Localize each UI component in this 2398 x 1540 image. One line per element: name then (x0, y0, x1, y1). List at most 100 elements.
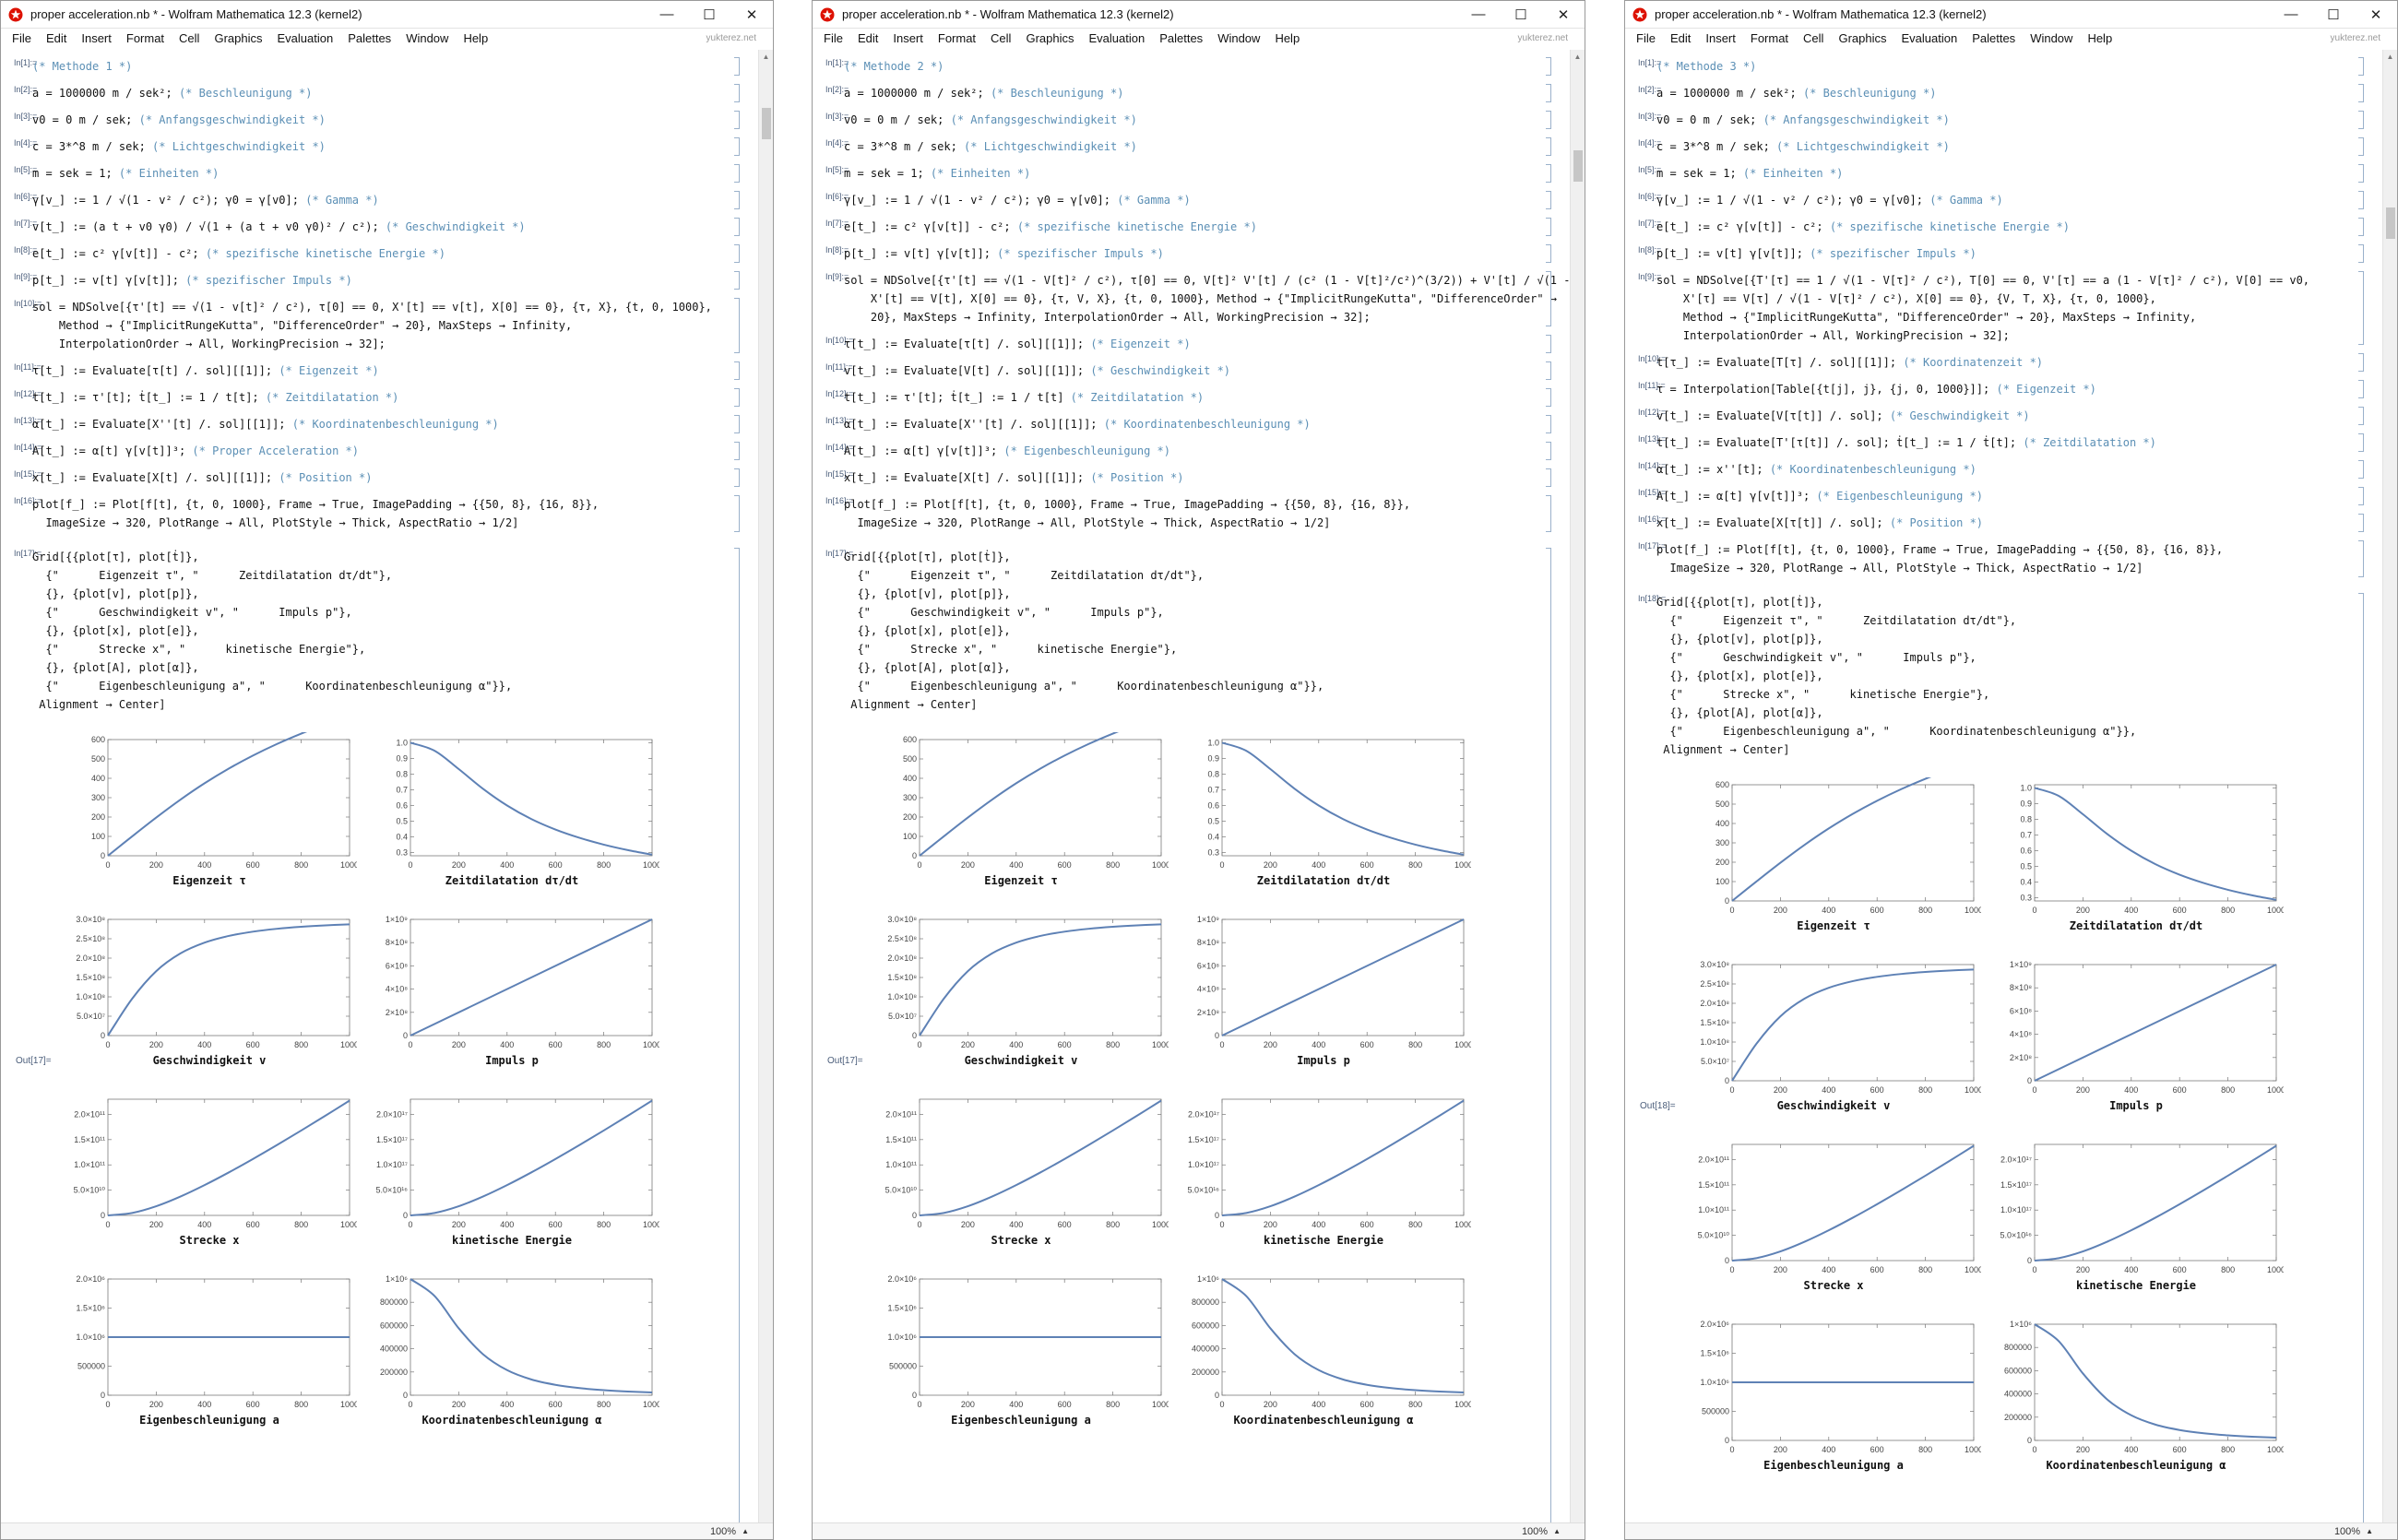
cell-code[interactable]: plot[f_] := Plot[f[t], {t, 0, 1000}, Fra… (1656, 540, 2223, 577)
cell-code[interactable]: α[t_] := Evaluate[X''[t] /. sol][[1]]; (… (844, 415, 1311, 433)
cell-bracket[interactable] (2358, 164, 2364, 183)
cell-code[interactable]: c = 3*^8 m / sek; (* Lichtgeschwindigkei… (1656, 137, 1950, 156)
chevron-up-icon[interactable]: ▲ (1553, 1527, 1561, 1535)
vertical-scrollbar[interactable]: ▲ (758, 50, 773, 1522)
cell-bracket[interactable] (2358, 407, 2364, 425)
menu-item-format[interactable]: Format (931, 29, 983, 49)
minimize-button[interactable]: — (1457, 1, 1500, 29)
cell-bracket[interactable] (1546, 548, 1551, 1522)
grid-input-cell[interactable]: In[17]:= Grid[{{plot[τ], plot[ṫ]}, {" Eig… (1, 548, 758, 714)
cell-bracket[interactable] (2358, 433, 2364, 452)
cell-code[interactable]: α[t_] := x''[t]; (* Koordinatenbeschleun… (1656, 460, 1977, 479)
scroll-up-arrow[interactable]: ▲ (2383, 50, 2397, 65)
cell-code[interactable]: x[t_] := Evaluate[X[τ[t]] /. sol]; (* Po… (1656, 514, 1983, 532)
cell-bracket[interactable] (1546, 137, 1551, 156)
cell-bracket[interactable] (734, 468, 740, 487)
input-cell[interactable]: In[11]:= τ[t_] := Evaluate[τ[t] /. sol][[… (1, 361, 758, 380)
cell-bracket[interactable] (1546, 415, 1551, 433)
input-cell[interactable]: In[2]:= a = 1000000 m / sek²; (* Beschleu… (813, 84, 1570, 102)
cell-bracket[interactable] (2358, 353, 2364, 372)
input-cell[interactable]: In[16]:= x[t_] := Evaluate[X[τ[t]] /. sol… (1625, 514, 2382, 532)
input-cell[interactable]: In[3]:= v0 = 0 m / sek; (* Anfangsgeschwi… (1625, 111, 2382, 129)
cell-code[interactable]: A[t_] := α[t] γ[v[t]]³; (* Proper Accele… (32, 442, 359, 460)
menu-item-palettes[interactable]: Palettes (1965, 29, 2023, 49)
scroll-up-arrow[interactable]: ▲ (759, 50, 773, 65)
cell-bracket[interactable] (2358, 84, 2364, 102)
cell-bracket[interactable] (2358, 540, 2364, 577)
cell-bracket[interactable] (1546, 111, 1551, 129)
cell-bracket[interactable] (734, 191, 740, 209)
input-cell[interactable]: In[14]:= A[t_] := α[t] γ[v[t]]³; (* Prope… (1, 442, 758, 460)
input-cell[interactable]: In[10]:= t[τ_] := Evaluate[T[τ] /. sol][[… (1625, 353, 2382, 372)
input-cell[interactable]: In[11]:= v[t_] := Evaluate[V[t] /. sol][[… (813, 361, 1570, 380)
minimize-button[interactable]: — (2270, 1, 2312, 29)
zoom-level[interactable]: 100% (2334, 1526, 2360, 1537)
cell-code[interactable]: a = 1000000 m / sek²; (* Beschleunigung … (844, 84, 1123, 102)
input-cell[interactable]: In[6]:= γ[v_] := 1 / √(1 - v² / c²); γ0 =… (1625, 191, 2382, 209)
menu-item-insert[interactable]: Insert (1698, 29, 1743, 49)
input-cell[interactable]: In[10]:= τ[t_] := Evaluate[τ[t] /. sol][[… (813, 335, 1570, 353)
cell-bracket[interactable] (1546, 218, 1551, 236)
cell-bracket[interactable] (734, 388, 740, 407)
menu-item-evaluation[interactable]: Evaluation (1893, 29, 1965, 49)
cell-bracket[interactable] (1546, 361, 1551, 380)
cell-bracket[interactable] (2358, 460, 2364, 479)
cell-bracket[interactable] (1546, 442, 1551, 460)
cell-code[interactable]: e[t_] := c² γ[v[t]] - c²; (* spezifische… (1656, 218, 2070, 236)
menu-item-insert[interactable]: Insert (885, 29, 931, 49)
input-cell[interactable]: In[2]:= a = 1000000 m / sek²; (* Beschleu… (1625, 84, 2382, 102)
cell-bracket[interactable] (734, 415, 740, 433)
cell-code[interactable]: Grid[{{plot[τ], plot[ṫ]}, {" Eigenzeit τ… (844, 548, 1324, 714)
input-cell[interactable]: In[8]:= p[t_] := v[t] γ[v[t]]; (* spezifi… (813, 244, 1570, 263)
cell-bracket[interactable] (734, 84, 740, 102)
cell-bracket[interactable] (734, 164, 740, 183)
maximize-button[interactable]: ☐ (1500, 1, 1542, 29)
cell-bracket[interactable] (734, 137, 740, 156)
input-cell[interactable]: In[15]:= x[t_] := Evaluate[X[t] /. sol][[… (813, 468, 1570, 487)
cell-code[interactable]: x[t_] := Evaluate[X[t] /. sol][[1]]; (* … (32, 468, 372, 487)
scroll-thumb[interactable] (1573, 150, 1583, 182)
menu-item-cell[interactable]: Cell (983, 29, 1018, 49)
cell-code[interactable]: a = 1000000 m / sek²; (* Beschleunigung … (1656, 84, 1936, 102)
cell-code[interactable]: v[t_] := (a t + v0 γ0) / √(1 + (a t + v0… (32, 218, 526, 236)
cell-bracket[interactable] (1546, 388, 1551, 407)
menu-item-format[interactable]: Format (1743, 29, 1796, 49)
input-cell[interactable]: In[15]:= A[t_] := α[t] γ[v[t]]³; (* Eigen… (1625, 487, 2382, 505)
input-cell[interactable]: In[14]:= A[t_] := α[t] γ[v[t]]³; (* Eigen… (813, 442, 1570, 460)
cell-code[interactable]: t[t_] := τ'[t]; ṫ[t_] := 1 / t[t] (* Zei… (844, 388, 1204, 407)
scroll-thumb[interactable] (762, 107, 771, 139)
cell-code[interactable]: x[t_] := Evaluate[X[t] /. sol][[1]]; (* … (844, 468, 1183, 487)
menu-item-graphics[interactable]: Graphics (1831, 29, 1893, 49)
input-cell[interactable]: In[3]:= v0 = 0 m / sek; (* Anfangsgeschwi… (1, 111, 758, 129)
menu-item-help[interactable]: Help (1267, 29, 1307, 49)
input-cell[interactable]: In[16]:= plot[f_] := Plot[f[t], {t, 0, 10… (1, 495, 758, 532)
input-cell[interactable]: In[9]:= p[t_] := v[t] γ[v[t]]; (* spezifi… (1, 271, 758, 290)
input-cell[interactable]: In[16]:= plot[f_] := Plot[f[t], {t, 0, 10… (813, 495, 1570, 532)
cell-bracket[interactable] (2358, 57, 2364, 76)
input-cell[interactable]: In[13]:= t[t_] := Evaluate[T'[τ[t]] /. so… (1625, 433, 2382, 452)
cell-code[interactable]: A[t_] := α[t] γ[v[t]]³; (* Eigenbeschleu… (1656, 487, 1983, 505)
cell-code[interactable]: sol = NDSolve[{τ'[t] == √(1 - v[t]² / c²… (32, 298, 712, 353)
menu-item-graphics[interactable]: Graphics (1018, 29, 1081, 49)
cell-bracket[interactable] (734, 271, 740, 290)
cell-bracket[interactable] (1546, 271, 1551, 326)
cell-bracket[interactable] (2358, 487, 2364, 505)
cell-code[interactable]: v0 = 0 m / sek; (* Anfangsgeschwindigkei… (32, 111, 326, 129)
scroll-thumb[interactable] (2386, 207, 2395, 239)
cell-code[interactable]: m = sek = 1; (* Einheiten *) (32, 164, 219, 183)
maximize-button[interactable]: ☐ (688, 1, 730, 29)
cell-code[interactable]: c = 3*^8 m / sek; (* Lichtgeschwindigkei… (32, 137, 326, 156)
cell-code[interactable]: τ[t_] := Evaluate[τ[t] /. sol][[1]]; (* … (32, 361, 379, 380)
input-cell[interactable]: In[9]:= sol = NDSolve[{τ'[t] == √(1 - V[t… (813, 271, 1570, 326)
input-cell[interactable]: In[1]:= (* Methode 2 *) (813, 57, 1570, 76)
cell-code[interactable]: v0 = 0 m / sek; (* Anfangsgeschwindigkei… (1656, 111, 1950, 129)
input-cell[interactable]: In[1]:= (* Methode 3 *) (1625, 57, 2382, 76)
input-cell[interactable]: In[13]:= α[t_] := Evaluate[X''[t] /. sol]… (813, 415, 1570, 433)
input-cell[interactable]: In[13]:= α[t_] := Evaluate[X''[t] /. sol]… (1, 415, 758, 433)
menu-item-evaluation[interactable]: Evaluation (269, 29, 340, 49)
cell-code[interactable]: (* Methode 1 *) (32, 57, 132, 76)
input-cell[interactable]: In[11]:= τ = Interpolation[Table[{t[j], j… (1625, 380, 2382, 398)
input-cell[interactable]: In[4]:= c = 3*^8 m / sek; (* Lichtgeschwi… (1, 137, 758, 156)
cell-code[interactable]: t[t_] := τ'[t]; ṫ[t_] := 1 / t[t]; (* Ze… (32, 388, 398, 407)
cell-bracket[interactable] (2358, 380, 2364, 398)
